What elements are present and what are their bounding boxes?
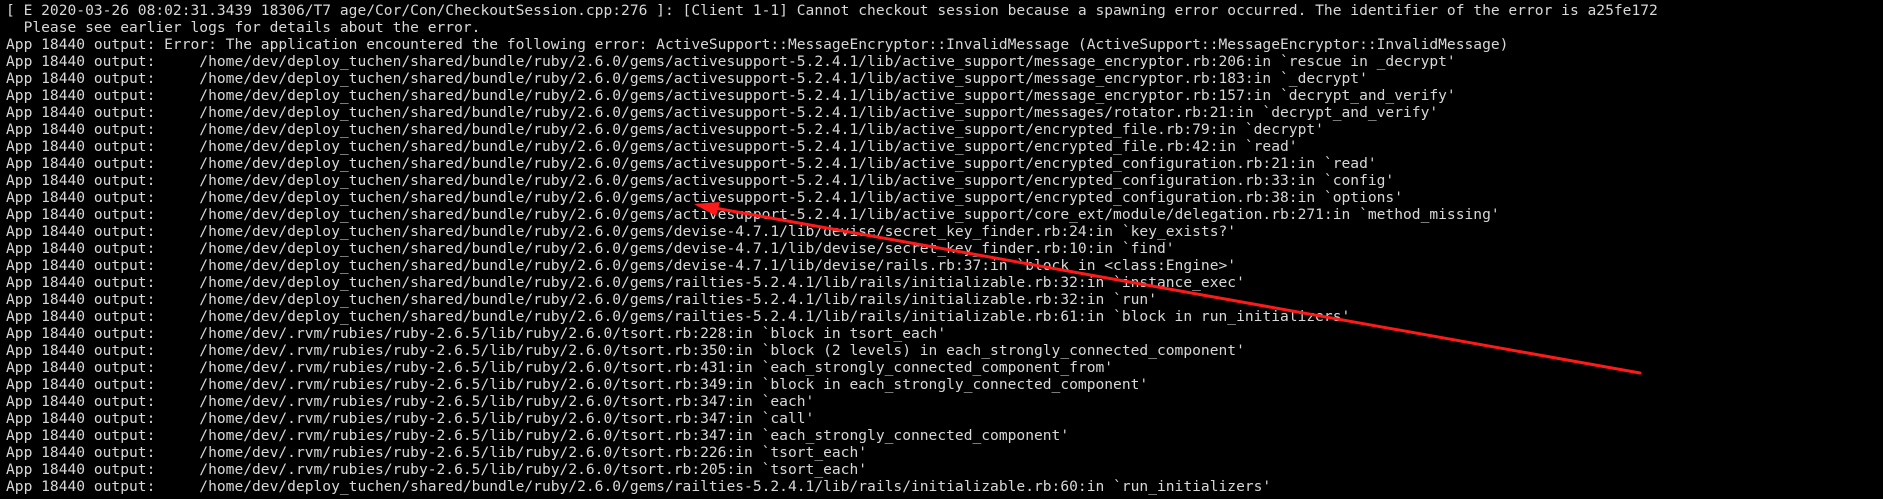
log-line: App 18440 output: /home/dev/.rvm/rubies/… — [6, 325, 947, 342]
log-line: App 18440 output: /home/dev/deploy_tuche… — [6, 155, 1377, 172]
log-line: App 18440 output: /home/dev/.rvm/rubies/… — [6, 427, 1070, 444]
log-line: App 18440 output: /home/dev/deploy_tuche… — [6, 223, 1237, 240]
log-line: App 18440 output: /home/dev/.rvm/rubies/… — [6, 359, 1114, 376]
log-line: App 18440 output: /home/dev/deploy_tuche… — [6, 104, 1439, 121]
log-line: App 18440 output: /home/dev/.rvm/rubies/… — [6, 342, 1245, 359]
log-line: App 18440 output: /home/dev/deploy_tuche… — [6, 53, 1456, 70]
log-line: App 18440 output: /home/dev/.rvm/rubies/… — [6, 461, 868, 478]
log-line: App 18440 output: /home/dev/.rvm/rubies/… — [6, 444, 868, 461]
log-line: App 18440 output: /home/dev/.rvm/rubies/… — [6, 410, 815, 427]
log-line: App 18440 output: /home/dev/deploy_tuche… — [6, 206, 1500, 223]
log-line: App 18440 output: /home/dev/.rvm/rubies/… — [6, 376, 1149, 393]
log-line: App 18440 output: /home/dev/deploy_tuche… — [6, 87, 1456, 104]
log-output: [ E 2020-03-26 08:02:31.3439 18306/T7 ag… — [0, 0, 1883, 495]
log-line: App 18440 output: /home/dev/deploy_tuche… — [6, 172, 1395, 189]
log-line: App 18440 output: /home/dev/deploy_tuche… — [6, 121, 1324, 138]
log-line: App 18440 output: /home/dev/deploy_tuche… — [6, 291, 1157, 308]
log-line: App 18440 output: /home/dev/.rvm/rubies/… — [6, 393, 815, 410]
terminal-window[interactable]: [ E 2020-03-26 08:02:31.3439 18306/T7 ag… — [0, 0, 1883, 499]
log-line: App 18440 output: /home/dev/deploy_tuche… — [6, 257, 1237, 274]
log-line: App 18440 output: /home/dev/deploy_tuche… — [6, 308, 1351, 325]
log-line: App 18440 output: /home/dev/deploy_tuche… — [6, 274, 1245, 291]
log-line: App 18440 output: Error: The application… — [6, 36, 1509, 53]
log-line: App 18440 output: /home/dev/deploy_tuche… — [6, 240, 1175, 257]
log-line: App 18440 output: /home/dev/deploy_tuche… — [6, 138, 1298, 155]
log-line: App 18440 output: /home/dev/deploy_tuche… — [6, 478, 1272, 495]
log-line: App 18440 output: /home/dev/deploy_tuche… — [6, 189, 1404, 206]
log-line: App 18440 output: /home/dev/deploy_tuche… — [6, 70, 1368, 87]
log-line: [ E 2020-03-26 08:02:31.3439 18306/T7 ag… — [6, 2, 1658, 19]
log-line: Please see earlier logs for details abou… — [6, 19, 481, 36]
